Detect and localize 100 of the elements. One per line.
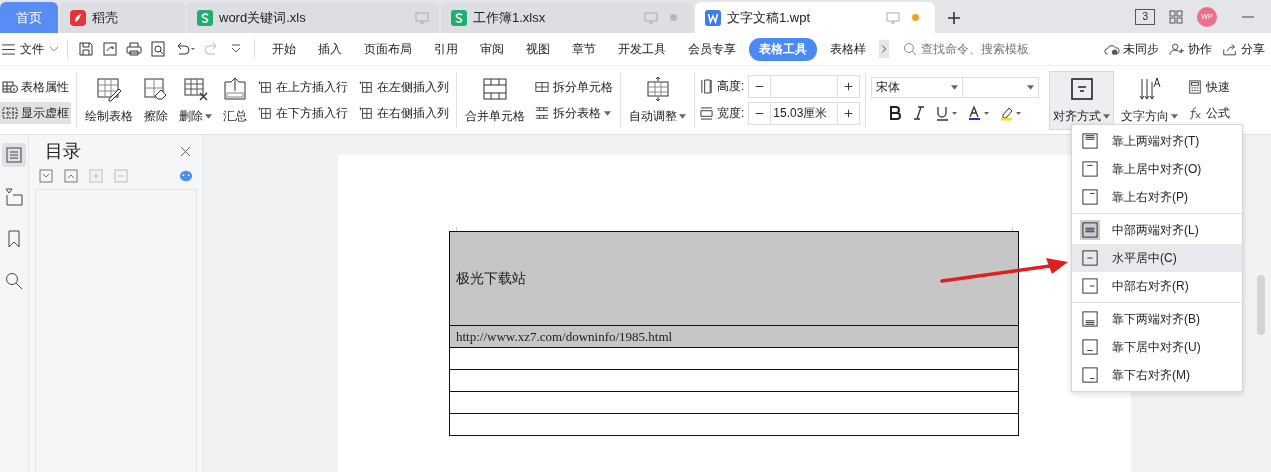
draw-table-button[interactable]: 绘制表格	[82, 71, 136, 129]
toolbar-action[interactable]: 未同步	[1104, 40, 1159, 58]
caret-icon	[679, 113, 686, 119]
file-menu[interactable]: 文件	[0, 40, 59, 58]
split-cell-icon	[534, 80, 550, 94]
menu-item[interactable]: 靠上右对齐(P)	[1072, 183, 1242, 211]
caret-icon	[1171, 113, 1179, 119]
dashed-grid-icon	[2, 106, 18, 120]
export-icon[interactable]	[102, 41, 118, 57]
menu-item[interactable]: 靠下右对齐(M)	[1072, 361, 1242, 389]
close-icon[interactable]	[180, 145, 191, 157]
table-properties-button[interactable]: 表格属性	[0, 76, 71, 98]
menu-tab[interactable]: 页面布局	[355, 37, 421, 61]
document-tab[interactable]: 稻壳	[60, 2, 185, 33]
caret-icon	[1103, 113, 1111, 119]
text-direction-button[interactable]: 文字方向	[1118, 71, 1182, 129]
menu-item[interactable]: 靠上居中对齐(O)	[1072, 155, 1242, 183]
height-field[interactable]	[748, 75, 861, 98]
split-cells-button[interactable]: 拆分单元格	[532, 76, 615, 98]
menu-tab[interactable]: 会员专享	[679, 37, 745, 61]
window-count-button[interactable]: 3	[1135, 8, 1155, 25]
insert-button[interactable]: 在左侧插入列	[356, 76, 451, 98]
save-icon[interactable]	[78, 41, 94, 57]
show-gridlines-button[interactable]: 显示虚框	[0, 102, 71, 124]
delete-button[interactable]: 删除	[176, 71, 215, 129]
toolbar-action[interactable]: 协作	[1169, 40, 1212, 58]
document-tab[interactable]: 工作簿1.xlsx	[441, 2, 693, 33]
menu-tab[interactable]: 引用	[425, 37, 467, 61]
menu-icon	[2, 43, 15, 55]
monitor-icon	[415, 11, 429, 24]
bold-icon[interactable]	[887, 104, 904, 121]
document-tab[interactable]: 文字文稿1.wpt	[695, 2, 935, 33]
width-field[interactable]: 15.03厘米	[748, 102, 861, 125]
monitor-icon	[886, 11, 900, 24]
table-delete-icon	[182, 75, 209, 102]
menu-tab[interactable]: 开始	[263, 37, 305, 61]
spreadsheet-icon	[197, 9, 213, 26]
menu-tab[interactable]: 审阅	[471, 37, 513, 61]
scrollbar[interactable]	[1257, 275, 1265, 335]
cell-text: 极光下载站	[456, 269, 526, 288]
font-size-field[interactable]	[963, 76, 1040, 98]
split-table-icon	[534, 106, 550, 120]
underline-icon[interactable]	[935, 104, 960, 121]
search-icon	[903, 42, 917, 56]
leaf-logo-icon	[70, 9, 86, 26]
menu-tab[interactable]: 视图	[517, 37, 559, 61]
expand-icon[interactable]	[64, 169, 78, 183]
collapse-icon[interactable]	[39, 169, 53, 183]
new-tab-icon[interactable]	[947, 11, 961, 25]
font-color-icon[interactable]	[967, 104, 992, 121]
row-height-icon	[700, 79, 713, 94]
menu-item[interactable]: 靠下两端对齐(B)	[1072, 305, 1242, 333]
split-table-button[interactable]: 拆分表格	[532, 102, 615, 124]
smart-toc-icon[interactable]	[179, 169, 193, 183]
menu-tab[interactable]: 章节	[563, 37, 605, 61]
menu-item[interactable]: 水平居中(C)	[1072, 244, 1242, 272]
align-center-icon	[1068, 75, 1095, 102]
merge-cells-button[interactable]: 合并单元格	[462, 71, 528, 129]
toolbar-action[interactable]: 分享	[1222, 40, 1265, 58]
alignment-button[interactable]: 对齐方式	[1049, 70, 1115, 130]
eraser-icon	[143, 75, 169, 102]
table-insert-icon	[358, 106, 374, 120]
caret-icon	[604, 110, 611, 116]
panel-title: 目录	[45, 140, 82, 163]
grid-icon[interactable]	[1169, 9, 1183, 24]
formula-button[interactable]: 公式	[1185, 102, 1233, 124]
cloud-icon	[1104, 42, 1120, 56]
menu-item[interactable]: 靠上两端对齐(T)	[1072, 127, 1242, 155]
cell-text: http://www.xz7.com/downinfo/1985.html	[456, 328, 673, 345]
menu-item[interactable]: 中部右对齐(R)	[1072, 272, 1242, 300]
quick-calc-button[interactable]: 快速	[1185, 76, 1233, 98]
menu-item[interactable]: 中部两端对齐(L)	[1072, 216, 1242, 244]
insert-button[interactable]: 在上方插入行	[255, 76, 350, 98]
function-icon	[1187, 106, 1204, 120]
share-icon	[1222, 42, 1238, 56]
search-field[interactable]: 查找命令、搜索模板	[903, 42, 1043, 56]
merged-table-icon	[482, 75, 508, 102]
font-name-field[interactable]: 宋体	[871, 76, 964, 98]
height-label: 高度:	[717, 78, 745, 95]
width-label: 宽度:	[717, 105, 745, 122]
print-icon[interactable]	[126, 41, 142, 57]
summary-button[interactable]: 汇总	[219, 71, 251, 129]
upload-tray-icon	[222, 75, 248, 102]
print-preview-icon[interactable]	[150, 41, 166, 57]
document-tab[interactable]: word关键词.xls	[187, 2, 439, 33]
navigation-pane-icon[interactable]	[2, 185, 26, 209]
table-resize-icon	[644, 75, 671, 102]
document-icon	[705, 9, 721, 26]
insert-button[interactable]: 在下方插入行	[255, 102, 350, 124]
menu-item[interactable]: 靠下居中对齐(U)	[1072, 333, 1242, 361]
erase-button[interactable]: 擦除	[140, 71, 172, 129]
column-width-icon	[700, 106, 713, 121]
menu-tab[interactable]: 插入	[309, 37, 351, 61]
table-pencil-icon	[96, 75, 122, 102]
scroll-right-icon[interactable]	[879, 38, 889, 60]
insert-button[interactable]: 在右侧插入列	[356, 102, 451, 124]
menu-tab[interactable]: 表格样	[821, 37, 875, 61]
autofit-button[interactable]: 自动调整	[626, 71, 689, 129]
outline-icon[interactable]	[2, 143, 26, 167]
menu-tab[interactable]: 开发工具	[609, 37, 675, 61]
